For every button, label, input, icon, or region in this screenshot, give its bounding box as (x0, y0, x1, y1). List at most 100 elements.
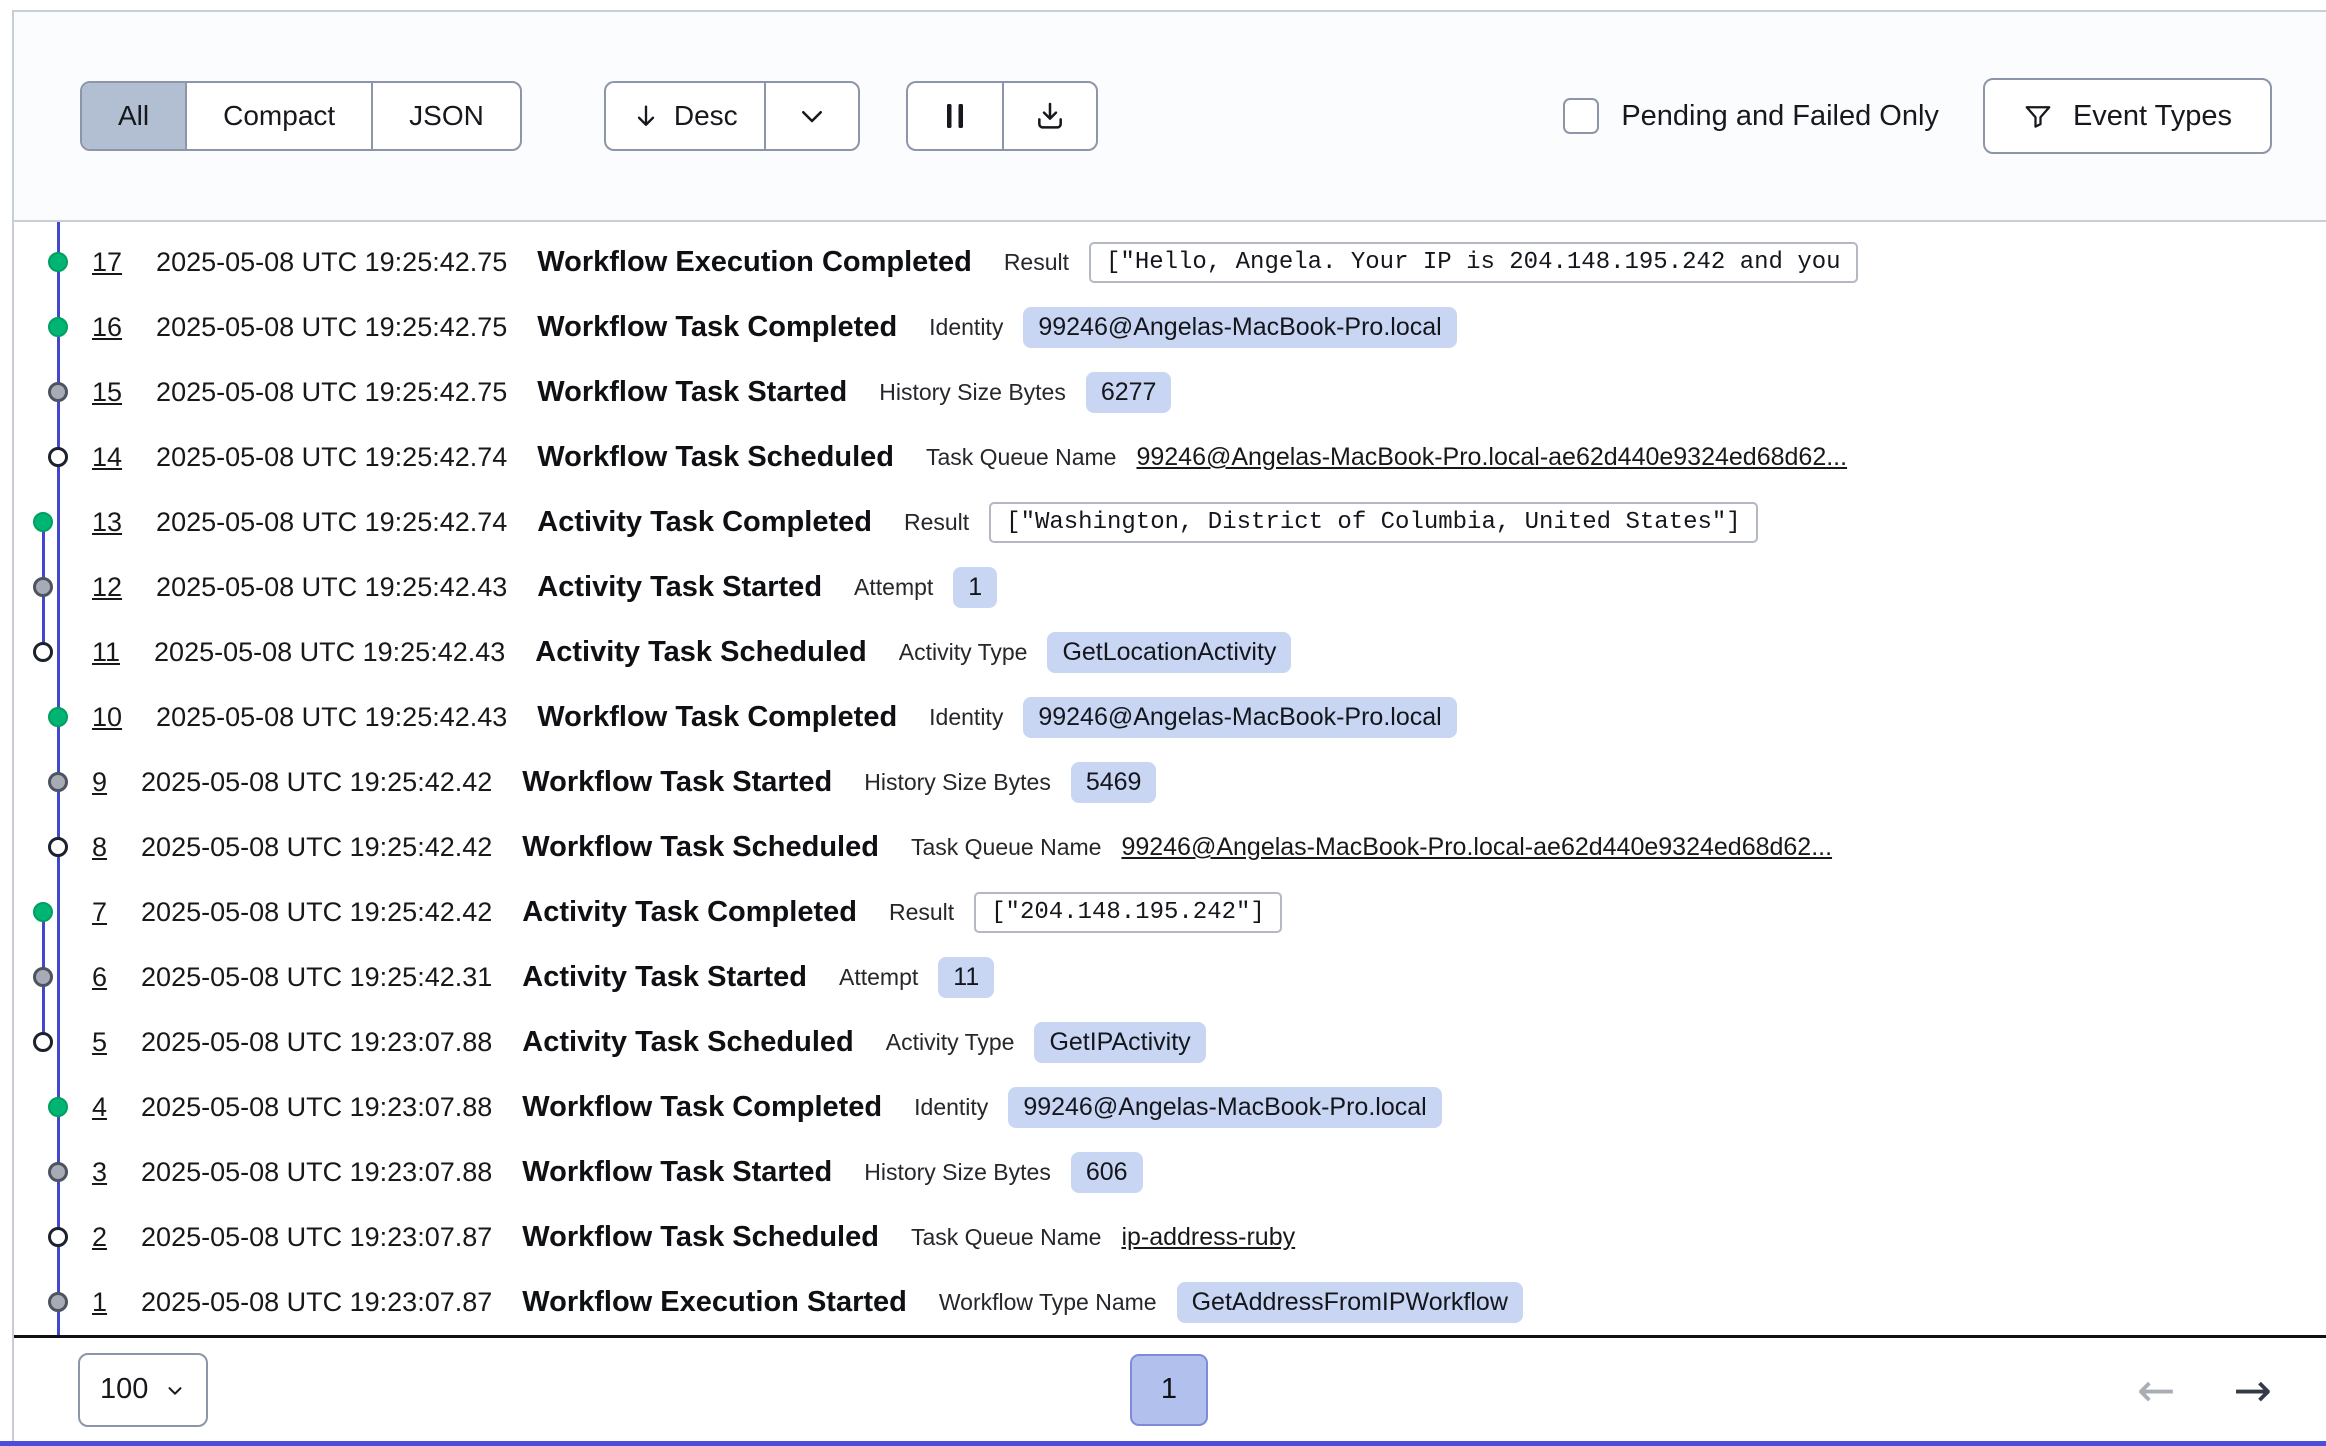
event-status-dot (48, 317, 68, 337)
event-types-button[interactable]: Event Types (1983, 78, 2272, 154)
event-row[interactable]: 15 2025-05-08 UTC 19:25:42.75 Workflow Tas… (14, 360, 2326, 425)
next-page-button[interactable]: → (2233, 1367, 2272, 1413)
event-row[interactable]: 92025-05-08 UTC 19:25:42.42Workflow Task… (14, 750, 2326, 815)
event-row[interactable]: 172025-05-08 UTC 19:25:42.75Workflow Exe… (14, 230, 2326, 295)
event-detail-label: Result (889, 899, 954, 926)
event-detail-label: Task Queue Name (926, 444, 1116, 471)
event-list: 172025-05-08 UTC 19:25:42.75Workflow Exe… (14, 222, 2326, 1335)
tab-all[interactable]: All (82, 83, 187, 149)
event-detail-label: Task Queue Name (911, 1224, 1101, 1251)
event-name: Activity Task Started (522, 961, 807, 994)
sort-dropdown-button[interactable] (764, 81, 860, 151)
event-detail-label: Result (904, 509, 969, 536)
event-status-dot (33, 512, 53, 532)
event-row[interactable]: 162025-05-08 UTC 19:25:42.75Workflow Tas… (14, 295, 2326, 360)
bottom-accent-bar (0, 1441, 2326, 1446)
event-detail-value: ["Hello, Angela. Your IP is 204.148.195.… (1089, 242, 1858, 283)
event-row[interactable]: 122025-05-08 UTC 19:25:42.43Activity Tas… (14, 555, 2326, 620)
page-size-value: 100 (100, 1373, 148, 1406)
event-id-link[interactable]: 11 (92, 637, 120, 668)
event-name: Workflow Task Scheduled (522, 1221, 879, 1254)
event-id-link[interactable]: 15 (92, 377, 122, 408)
event-task-queue-link[interactable]: ip-address-ruby (1121, 1223, 1295, 1252)
event-name: Workflow Execution Started (522, 1286, 907, 1319)
event-row[interactable]: 142025-05-08 UTC 19:25:42.74Workflow Tas… (14, 425, 2326, 490)
page-size-select[interactable]: 100 (78, 1353, 208, 1427)
event-id-link[interactable]: 3 (92, 1157, 107, 1188)
event-id-link[interactable]: 13 (92, 507, 122, 538)
event-id-link[interactable]: 6 (92, 962, 107, 993)
event-id-link[interactable]: 5 (92, 1027, 107, 1058)
event-timestamp: 2025-05-08 UTC 19:25:42.75 (156, 377, 507, 408)
pager-arrows: ← → (2137, 1367, 2272, 1413)
event-detail-value: 6277 (1086, 372, 1172, 413)
event-types-label: Event Types (2073, 100, 2232, 133)
funnel-icon (2023, 101, 2053, 131)
event-row[interactable]: 72025-05-08 UTC 19:25:42.42Activity Task… (14, 880, 2326, 945)
event-id-link[interactable]: 4 (92, 1092, 107, 1123)
event-id-link[interactable]: 12 (92, 572, 122, 603)
pause-button[interactable] (906, 81, 1002, 151)
event-row[interactable]: 82025-05-08 UTC 19:25:42.42Workflow Task… (14, 815, 2326, 880)
event-status-dot (48, 772, 68, 792)
event-row[interactable]: 2 2025-05-08 UTC 19:23:07.87 Workflow Task… (14, 1205, 2326, 1270)
event-timestamp: 2025-05-08 UTC 19:25:42.42 (141, 832, 492, 863)
event-detail-value: 99246@Angelas-MacBook-Pro.local (1023, 697, 1456, 738)
event-id-link[interactable]: 1 (92, 1287, 107, 1318)
previous-page-button[interactable]: ← (2137, 1367, 2176, 1413)
event-task-queue-link[interactable]: 99246@Angelas-MacBook-Pro.local-ae62d440… (1121, 833, 1832, 862)
event-status-dot (48, 1227, 68, 1247)
event-name: Workflow Execution Completed (537, 246, 972, 279)
event-detail-value: 99246@Angelas-MacBook-Pro.local (1008, 1087, 1441, 1128)
event-id-link[interactable]: 14 (92, 442, 122, 473)
event-row[interactable]: 10 2025-05-08 UTC 19:25:42.43 Workflow Tas… (14, 685, 2326, 750)
event-timestamp: 2025-05-08 UTC 19:23:07.87 (141, 1222, 492, 1253)
event-detail-label: Attempt (854, 574, 933, 601)
event-id-link[interactable]: 17 (92, 247, 122, 278)
event-id-link[interactable]: 7 (92, 897, 107, 928)
event-id-link[interactable]: 8 (92, 832, 107, 863)
event-detail-label: Identity (914, 1094, 988, 1121)
sort-desc-button[interactable]: Desc (604, 81, 764, 151)
event-status-dot (33, 1032, 53, 1052)
event-detail-value: 5469 (1071, 762, 1157, 803)
download-button[interactable] (1002, 81, 1098, 151)
event-row[interactable]: 42025-05-08 UTC 19:23:07.88Workflow Task… (14, 1075, 2326, 1140)
event-timestamp: 2025-05-08 UTC 19:25:42.74 (156, 507, 507, 538)
event-id-link[interactable]: 2 (92, 1222, 107, 1253)
event-timestamp: 2025-05-08 UTC 19:25:42.31 (141, 962, 492, 993)
pending-failed-checkbox[interactable] (1563, 98, 1599, 134)
event-status-dot (48, 837, 68, 857)
event-timestamp: 2025-05-08 UTC 19:25:42.42 (141, 897, 492, 928)
event-id-link[interactable]: 9 (92, 767, 107, 798)
event-detail-value: 99246@Angelas-MacBook-Pro.local (1023, 307, 1456, 348)
sort-label: Desc (674, 100, 738, 132)
event-status-dot (48, 1292, 68, 1312)
event-detail-label: Workflow Type Name (939, 1289, 1157, 1316)
event-name: Workflow Task Completed (537, 701, 897, 734)
current-page-button[interactable]: 1 (1130, 1354, 1208, 1426)
event-detail-value: ["204.148.195.242"] (974, 892, 1282, 933)
event-detail-label: Identity (929, 314, 1003, 341)
event-id-link[interactable]: 10 (92, 702, 122, 733)
pause-icon (942, 101, 968, 131)
event-row[interactable]: 112025-05-08 UTC 19:25:42.43Activity Tas… (14, 620, 2326, 685)
pending-failed-label: Pending and Failed Only (1621, 100, 1939, 133)
event-name: Workflow Task Completed (537, 311, 897, 344)
event-task-queue-link[interactable]: 99246@Angelas-MacBook-Pro.local-ae62d440… (1136, 443, 1847, 472)
event-name: Workflow Task Started (537, 376, 847, 409)
event-detail-value: 11 (938, 957, 994, 998)
event-timestamp: 2025-05-08 UTC 19:25:42.43 (156, 702, 507, 733)
playback-control (906, 81, 1098, 151)
event-row[interactable]: 52025-05-08 UTC 19:23:07.88Activity Task… (14, 1010, 2326, 1075)
event-row[interactable]: 12025-05-08 UTC 19:23:07.87Workflow Exec… (14, 1270, 2326, 1335)
event-detail-value: ["Washington, District of Columbia, Unit… (989, 502, 1758, 543)
event-row[interactable]: 132025-05-08 UTC 19:25:42.74Activity Tas… (14, 490, 2326, 555)
event-id-link[interactable]: 16 (92, 312, 122, 343)
event-row[interactable]: 32025-05-08 UTC 19:23:07.88Workflow Task… (14, 1140, 2326, 1205)
tab-compact[interactable]: Compact (187, 83, 373, 149)
event-row[interactable]: 6 2025-05-08 UTC 19:25:42.31 Activity Task… (14, 945, 2326, 1010)
view-mode-tabs: All Compact JSON (80, 81, 522, 151)
download-icon (1034, 100, 1066, 132)
tab-json[interactable]: JSON (373, 83, 520, 149)
